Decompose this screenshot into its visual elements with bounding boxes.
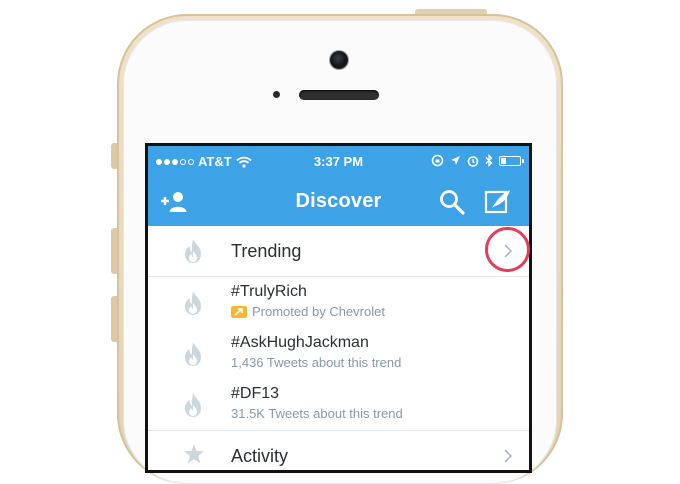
promoted-icon <box>231 305 247 318</box>
location-icon <box>451 156 460 165</box>
trend-subtitle: Promoted by Chevrolet <box>231 304 385 319</box>
earpiece-speaker <box>299 90 379 100</box>
search-icon[interactable] <box>438 188 466 216</box>
trend-item[interactable]: #DF13 31.5K Tweets about this trend <box>148 379 529 431</box>
trend-subtitle: 31.5K Tweets about this trend <box>231 406 403 421</box>
star-icon <box>184 444 204 464</box>
highlight-circle <box>485 227 530 272</box>
proximity-sensor <box>273 91 280 98</box>
trending-row[interactable]: Trending <box>148 226 529 277</box>
trend-item[interactable]: #AskHughJackman 1,436 Tweets about this … <box>148 328 529 379</box>
battery-icon <box>499 155 524 166</box>
trending-label: Trending <box>231 241 302 261</box>
flame-icon <box>185 342 201 366</box>
phone-screen: AT&T 3:37 PM Discover Trending #TrulyRic… <box>145 143 532 473</box>
front-camera <box>330 51 348 69</box>
discover-list: Trending #TrulyRich Promoted by Chevrole… <box>148 226 529 470</box>
trend-title: #DF13 <box>231 385 280 402</box>
trend-subtitle-text: Promoted by Chevrolet <box>252 304 385 319</box>
activity-row[interactable]: Activity <box>148 431 529 470</box>
bluetooth-icon <box>485 154 493 167</box>
flame-icon <box>185 239 201 263</box>
compose-tweet-icon[interactable] <box>484 188 512 216</box>
trend-title: #AskHughJackman <box>231 334 369 351</box>
rotation-lock-icon <box>431 154 444 167</box>
trend-item[interactable]: #TrulyRich Promoted by Chevrolet <box>148 277 529 328</box>
flame-icon <box>185 393 201 417</box>
trend-title: #TrulyRich <box>231 283 307 300</box>
alarm-icon <box>467 155 479 167</box>
flame-icon <box>185 291 201 315</box>
chevron-right-icon[interactable] <box>503 448 513 464</box>
status-bar: AT&T 3:37 PM <box>148 146 529 176</box>
page-title: Discover <box>295 190 382 212</box>
trend-subtitle: 1,436 Tweets about this trend <box>231 355 402 370</box>
nav-bar: Discover <box>148 176 529 226</box>
